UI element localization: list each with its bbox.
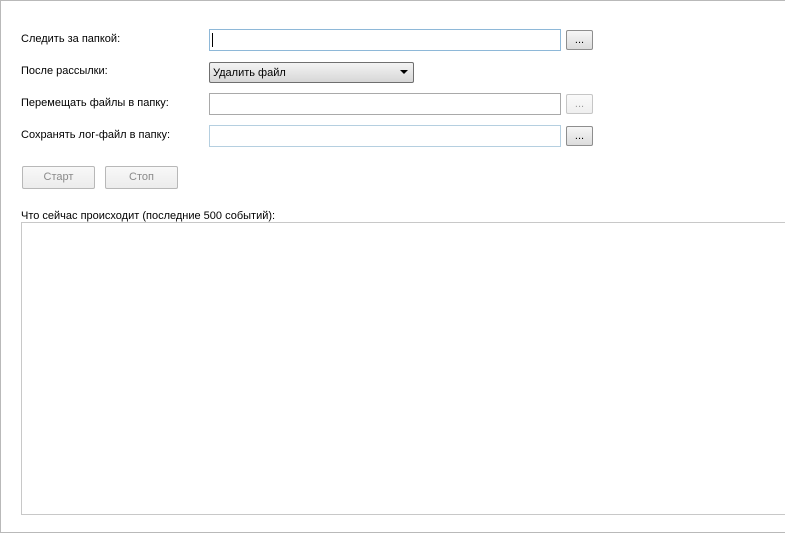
- move-folder-browse-button[interactable]: ...: [566, 94, 593, 114]
- settings-panel: Следить за папкой: ... После рассылки: У…: [0, 0, 785, 533]
- after-send-selected-value: Удалить файл: [213, 67, 286, 79]
- event-log-label: Что сейчас происходит (последние 500 соб…: [21, 210, 276, 222]
- log-folder-input[interactable]: [209, 125, 561, 147]
- watch-folder-browse-button[interactable]: ...: [566, 30, 593, 50]
- log-folder-label: Сохранять лог-файл в папку:: [21, 129, 171, 141]
- chevron-down-icon: [400, 70, 408, 74]
- event-log-area[interactable]: [21, 222, 785, 515]
- start-button[interactable]: Старт: [22, 166, 95, 189]
- after-send-select[interactable]: Удалить файл: [209, 62, 414, 83]
- watch-folder-label: Следить за папкой:: [21, 33, 121, 45]
- log-folder-browse-button[interactable]: ...: [566, 126, 593, 146]
- after-send-label: После рассылки:: [21, 65, 108, 77]
- move-folder-input[interactable]: [209, 93, 561, 115]
- watch-folder-input[interactable]: [209, 29, 561, 51]
- move-folder-label: Перемещать файлы в папку:: [21, 97, 169, 109]
- stop-button[interactable]: Стоп: [105, 166, 178, 189]
- text-caret: [212, 33, 213, 47]
